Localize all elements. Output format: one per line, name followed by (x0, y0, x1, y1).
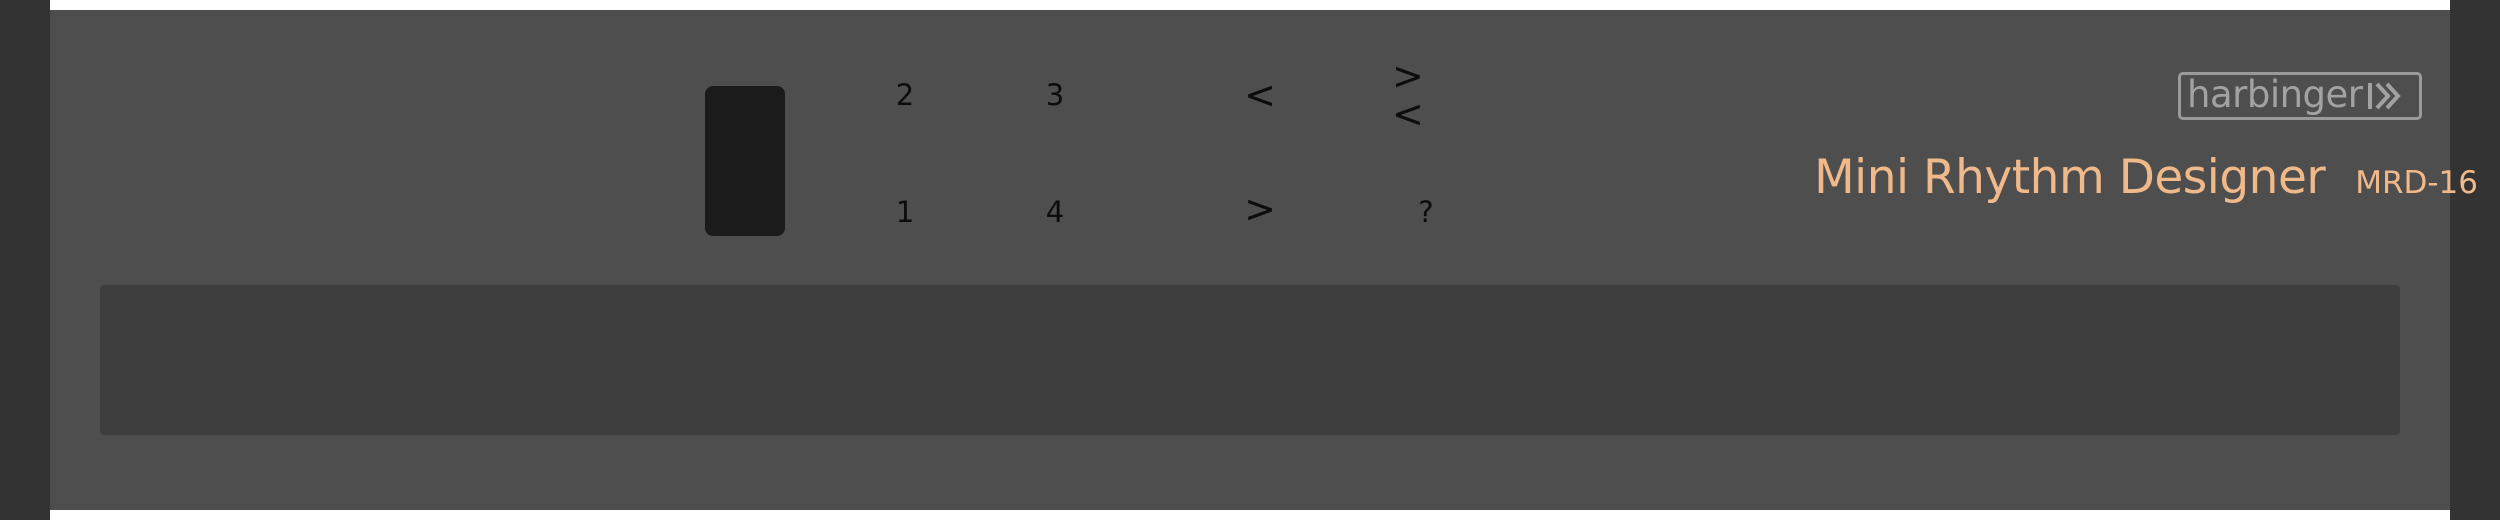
clear-button[interactable]: >< (1392, 57, 1452, 133)
button-3[interactable]: 3 (1025, 70, 1085, 120)
help-button[interactable]: ? (1396, 187, 1456, 237)
button-4[interactable]: 4 (1025, 187, 1085, 237)
right-frame (2450, 0, 2500, 520)
model-number: MRD-16 (2355, 165, 2478, 201)
pattern-display[interactable] (100, 285, 2400, 435)
next-button[interactable]: > (1230, 184, 1290, 234)
button-1[interactable]: 1 (875, 187, 935, 237)
logo-text: harbinger (2187, 72, 2363, 116)
harbinger-logo-mark-icon (2366, 79, 2406, 113)
device-panel: 2 1 3 4 < > >< ? harbinger Mini Rhythm D… (50, 10, 2478, 510)
product-name: Mini Rhythm Designer (1814, 150, 2326, 205)
button-2[interactable]: 2 (875, 70, 935, 120)
pad-button[interactable] (705, 86, 785, 236)
harbinger-logo: harbinger (2178, 72, 2422, 120)
left-frame (0, 0, 50, 520)
product-title: Mini Rhythm Designer MRD-16 (1814, 150, 2478, 210)
previous-button[interactable]: < (1230, 70, 1290, 120)
